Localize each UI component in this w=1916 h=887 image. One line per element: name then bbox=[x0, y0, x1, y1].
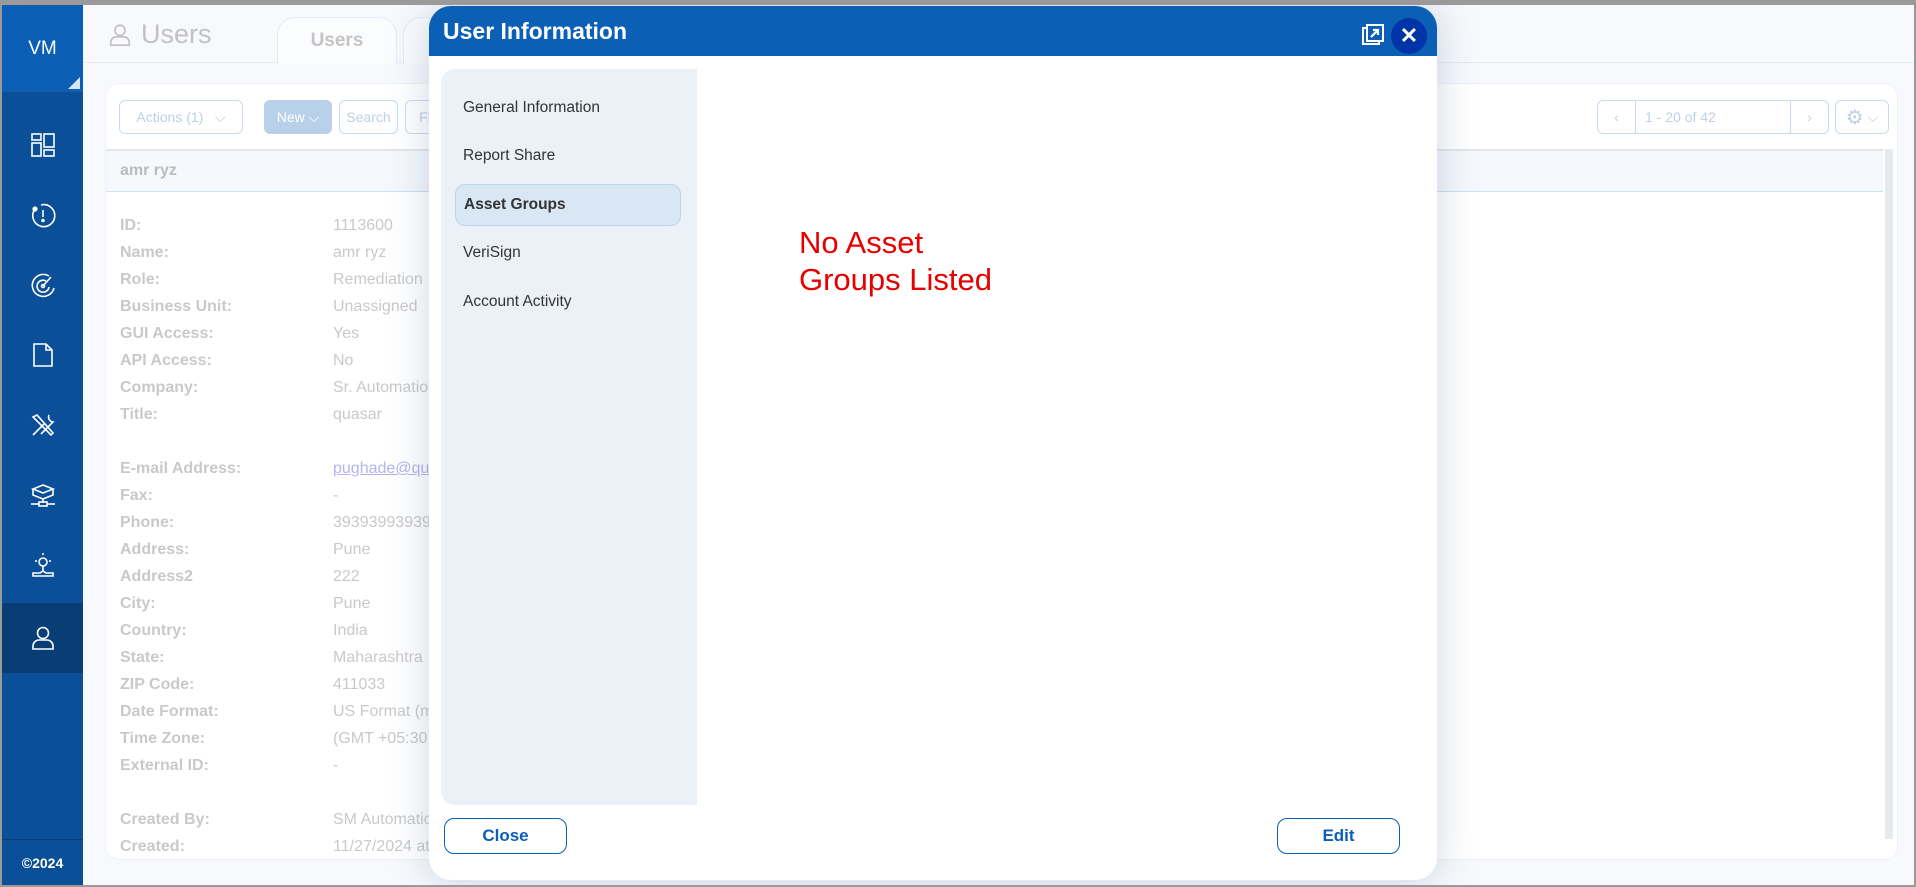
field-value: Sr. Automatio bbox=[333, 379, 429, 396]
field-label: Country: bbox=[120, 622, 187, 639]
copyright: ©2024 bbox=[2, 839, 83, 885]
nav-verisign[interactable]: VeriSign bbox=[455, 232, 681, 274]
field-value: 1113600 bbox=[333, 217, 393, 234]
field-value: 222 bbox=[333, 568, 360, 585]
app-logo[interactable]: VM bbox=[2, 5, 83, 92]
field-label: Date Format: bbox=[120, 703, 219, 720]
logo-corner-icon bbox=[68, 77, 80, 89]
network-icon[interactable] bbox=[2, 460, 83, 530]
page-title-text: Users bbox=[141, 19, 212, 49]
nav-general-information[interactable]: General Information bbox=[455, 87, 681, 129]
field-value: (GMT +05:30 bbox=[333, 730, 428, 747]
settings-dropdown[interactable]: ⚙ ⌵ bbox=[1835, 100, 1889, 134]
email-link[interactable]: pughade@qu bbox=[333, 460, 429, 478]
new-label: New bbox=[276, 109, 305, 125]
nav-asset-groups[interactable]: Asset Groups bbox=[455, 184, 681, 226]
field-label: E-mail Address: bbox=[120, 460, 242, 477]
chevron-down-icon: ⌵ bbox=[308, 108, 320, 125]
alert-icon[interactable] bbox=[2, 180, 83, 250]
sidebar: VM ©2024 bbox=[2, 5, 83, 885]
tab-users[interactable]: Users bbox=[277, 17, 397, 64]
logo-text: VM bbox=[28, 37, 57, 59]
field-value: 411033 bbox=[333, 676, 386, 693]
edit-button[interactable]: Edit bbox=[1277, 818, 1400, 854]
page-title: Users bbox=[107, 19, 212, 50]
field-value: India bbox=[333, 622, 368, 639]
chevron-down-icon: ⌵ bbox=[214, 108, 226, 125]
field-value: Maharashtra bbox=[333, 649, 423, 666]
user-information-dialog: User Information ✕ General Information R… bbox=[429, 6, 1437, 880]
field-label: Role: bbox=[120, 271, 160, 288]
dialog-header: User Information bbox=[429, 6, 1437, 56]
actions-dropdown[interactable]: Actions (1) ⌵ bbox=[119, 100, 243, 134]
field-label: Time Zone: bbox=[120, 730, 206, 747]
user-icon bbox=[109, 23, 131, 46]
gear-icon: ⚙ bbox=[1845, 106, 1864, 129]
field-value: 11/27/2024 at bbox=[333, 838, 430, 855]
radar-icon[interactable] bbox=[2, 250, 83, 320]
field-value: SM Automatio bbox=[333, 811, 433, 828]
nav-report-share[interactable]: Report Share bbox=[455, 135, 681, 177]
field-label: GUI Access: bbox=[120, 325, 214, 342]
field-value: Pune bbox=[333, 541, 371, 558]
app-window: VM ©2024 Users Users Bu Actions (1) ⌵ Ne… bbox=[2, 5, 1914, 885]
lightbulb-icon[interactable] bbox=[2, 530, 83, 600]
nav-account-activity[interactable]: Account Activity bbox=[455, 281, 681, 323]
prev-page-button[interactable]: ‹ bbox=[1598, 101, 1636, 133]
field-label: ZIP Code: bbox=[120, 676, 195, 693]
actions-label: Actions (1) bbox=[136, 109, 204, 125]
field-label: Phone: bbox=[120, 514, 175, 531]
field-label: Created By: bbox=[120, 811, 210, 828]
user-icon[interactable] bbox=[2, 603, 83, 673]
search-button[interactable]: Search bbox=[339, 100, 398, 134]
field-label: Name: bbox=[120, 244, 169, 261]
field-label: Address2 bbox=[120, 568, 193, 585]
close-icon[interactable]: ✕ bbox=[1391, 18, 1427, 54]
empty-message: No Asset Groups Listed bbox=[799, 225, 992, 297]
field-value: 39393993939 bbox=[333, 514, 431, 531]
field-label: Fax: bbox=[120, 487, 153, 504]
field-value: US Format (m bbox=[333, 703, 434, 720]
next-page-button[interactable]: › bbox=[1790, 101, 1828, 133]
field-value: - bbox=[333, 487, 339, 504]
field-label: ID: bbox=[120, 217, 142, 234]
field-label: Created: bbox=[120, 838, 185, 855]
pagination: ‹ 1 - 20 of 42 › bbox=[1597, 100, 1829, 134]
document-icon[interactable] bbox=[2, 320, 83, 390]
dialog-nav: General Information Report Share Asset G… bbox=[441, 69, 697, 805]
field-label: City: bbox=[120, 595, 156, 612]
field-value: Yes bbox=[333, 325, 360, 342]
field-value: Unassigned bbox=[333, 298, 418, 315]
scrollbar[interactable] bbox=[1885, 149, 1893, 839]
dialog-title: User Information bbox=[443, 17, 628, 44]
field-label: API Access: bbox=[120, 352, 212, 369]
page-range: 1 - 20 of 42 bbox=[1645, 109, 1716, 125]
field-label: External ID: bbox=[120, 757, 209, 774]
field-label: Address: bbox=[120, 541, 190, 558]
field-label: State: bbox=[120, 649, 165, 666]
popout-icon[interactable] bbox=[1362, 24, 1384, 46]
chevron-down-icon: ⌵ bbox=[1867, 108, 1879, 125]
field-value: amr ryz bbox=[333, 244, 387, 261]
field-value: - bbox=[333, 757, 339, 774]
field-label: Title: bbox=[120, 406, 158, 423]
field-value: quasar bbox=[333, 406, 382, 423]
field-value: No bbox=[333, 352, 354, 369]
close-button[interactable]: Close bbox=[444, 818, 567, 854]
field-label: Business Unit: bbox=[120, 298, 233, 315]
new-button[interactable]: New ⌵ bbox=[264, 100, 332, 134]
tools-icon[interactable] bbox=[2, 390, 83, 460]
dashboard-icon[interactable] bbox=[2, 110, 83, 180]
field-label: Company: bbox=[120, 379, 199, 396]
field-value: Pune bbox=[333, 595, 371, 612]
field-value: Remediation bbox=[333, 271, 423, 288]
